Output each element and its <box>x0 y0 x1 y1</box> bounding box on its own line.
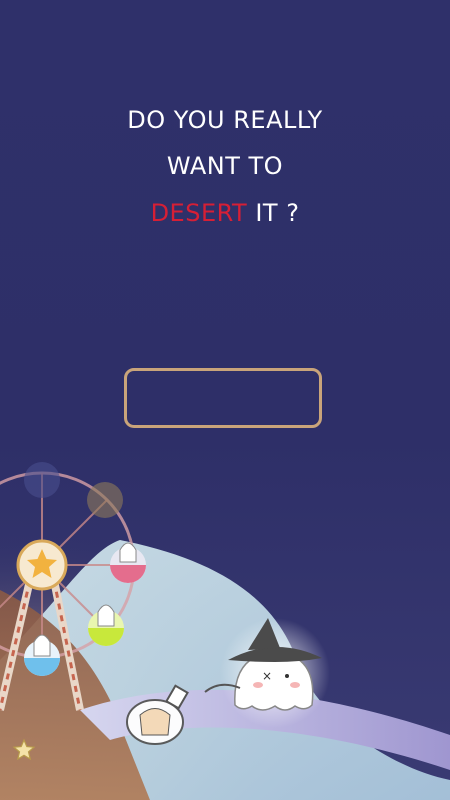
prompt-highlight-word: DESERT <box>150 199 248 227</box>
star-icon[interactable] <box>12 738 36 762</box>
prompt-line-2: WANT TO <box>166 152 284 180</box>
prompt-line-3-rest: IT ? <box>247 199 300 227</box>
prompt-line-3: DESERT IT ? <box>0 199 450 227</box>
svg-text:×: × <box>262 669 272 683</box>
answer-input[interactable] <box>127 371 323 427</box>
amusement-park-illustration: × <box>0 440 450 800</box>
answer-input-box[interactable] <box>124 368 323 428</box>
confirm-screen: DO YOU REALLY WANT TO DESERT IT ? × <box>0 0 450 800</box>
prompt-line-1: DO YOU REALLY <box>127 106 323 134</box>
